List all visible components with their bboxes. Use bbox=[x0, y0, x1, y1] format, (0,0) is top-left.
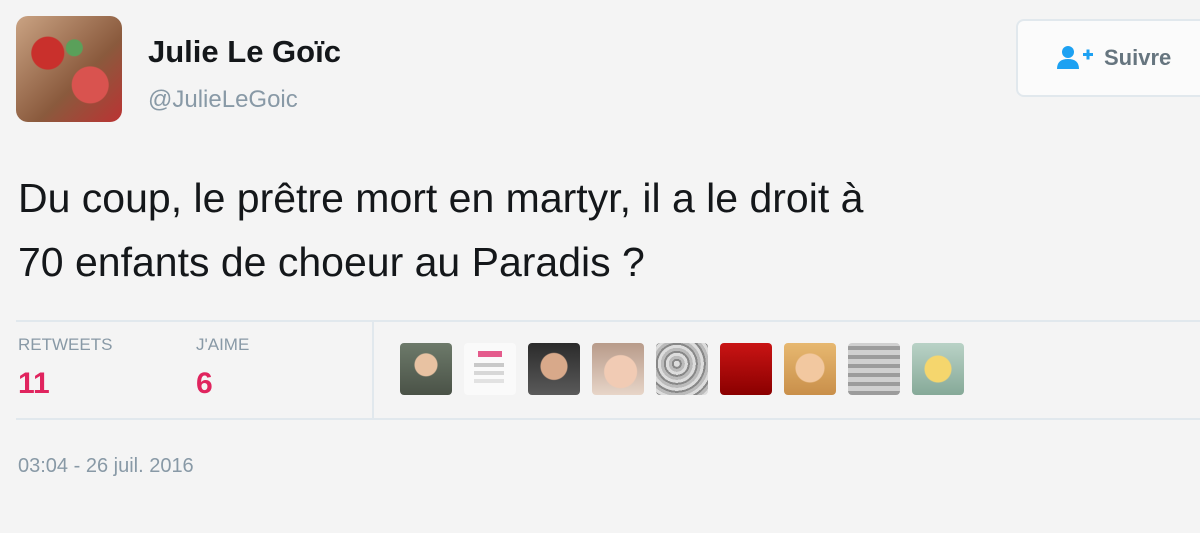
liker-avatar[interactable] bbox=[784, 343, 836, 395]
retweets-count: 11 bbox=[18, 367, 50, 400]
tweet-text: Du coup, le prêtre mort en martyr, il a … bbox=[18, 166, 1188, 294]
retweets-stat[interactable]: RETWEETS 11 bbox=[18, 335, 112, 401]
follow-button-label: Suivre bbox=[1104, 45, 1172, 70]
liker-avatar[interactable] bbox=[400, 343, 452, 395]
author-avatar[interactable] bbox=[16, 16, 122, 122]
divider bbox=[16, 418, 1200, 420]
liker-avatar[interactable] bbox=[912, 343, 964, 395]
stats-separator bbox=[372, 322, 374, 418]
author-handle[interactable]: @JulieLeGoic bbox=[148, 86, 298, 114]
likes-stat[interactable]: J'AIME 6 bbox=[196, 335, 249, 401]
liker-avatar[interactable] bbox=[720, 343, 772, 395]
tweet-text-line: Du coup, le prêtre mort en martyr, il a … bbox=[18, 175, 864, 221]
likers-avatars bbox=[400, 343, 964, 395]
add-user-icon bbox=[1057, 46, 1093, 69]
likes-count: 6 bbox=[196, 367, 213, 400]
tweet-text-line: 70 enfants de choeur au Paradis ? bbox=[18, 239, 645, 285]
liker-avatar[interactable] bbox=[848, 343, 900, 395]
liker-avatar[interactable] bbox=[656, 343, 708, 395]
liker-avatar[interactable] bbox=[592, 343, 644, 395]
tweet-timestamp[interactable]: 03:04 - 26 juil. 2016 bbox=[18, 455, 194, 478]
liker-avatar[interactable] bbox=[464, 343, 516, 395]
author-name[interactable]: Julie Le Goïc bbox=[148, 34, 341, 70]
retweets-label: RETWEETS bbox=[18, 335, 113, 354]
liker-avatar[interactable] bbox=[528, 343, 580, 395]
divider bbox=[16, 320, 1200, 322]
likes-label: J'AIME bbox=[196, 335, 250, 354]
follow-button[interactable]: Suivre bbox=[1016, 19, 1200, 97]
tweet-card: Julie Le Goïc @JulieLeGoic Suivre Du cou… bbox=[0, 0, 1200, 533]
